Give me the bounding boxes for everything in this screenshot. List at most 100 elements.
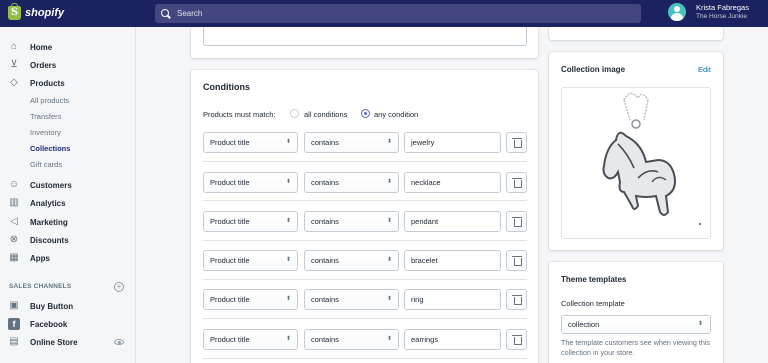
select-arrows-icon: ⬍ — [386, 218, 392, 224]
divider — [203, 318, 527, 319]
sales-channels-heading: SALES CHANNELS — [9, 283, 72, 290]
search-bar[interactable] — [155, 4, 641, 23]
field-value: Product title — [210, 138, 250, 147]
condition-value-input[interactable]: pendant — [404, 211, 501, 232]
sidebar-item-label: Apps — [30, 253, 50, 263]
delete-condition-button[interactable] — [506, 132, 527, 153]
field-select[interactable]: Product title ⬍ — [203, 250, 298, 271]
sidebar-channel-buy-button[interactable]: ▣ Buy Button — [0, 298, 135, 314]
sidebar-subitem-gift-cards[interactable]: Gift cards — [30, 160, 62, 169]
sidebar-subitem-inventory[interactable]: Inventory — [30, 128, 61, 137]
operator-value: contains — [311, 335, 339, 344]
avatar[interactable] — [668, 3, 686, 21]
condition-row: Product title ⬍ contains ⬍ jewelry — [203, 132, 527, 153]
operator-select[interactable]: contains ⬍ — [304, 329, 399, 350]
sidebar-subitem-transfers[interactable]: Transfers — [30, 112, 61, 121]
sidebar-item-label: Analytics — [30, 198, 66, 208]
description-editor[interactable] — [203, 27, 527, 46]
store-name: The Horse Junkie — [696, 13, 747, 20]
field-select[interactable]: Product title ⬍ — [203, 289, 298, 310]
delete-condition-button[interactable] — [506, 289, 527, 310]
condition-value-input[interactable]: jewelry — [404, 132, 501, 153]
shopify-logo[interactable]: shopify — [8, 3, 64, 20]
field-value: Product title — [210, 256, 250, 265]
condition-value-input[interactable]: necklace — [404, 172, 501, 193]
apps-icon: ▦ — [9, 252, 19, 263]
search-input[interactable] — [177, 9, 617, 18]
sidebar-channel-facebook[interactable]: f Facebook — [0, 316, 135, 332]
condition-value-input[interactable]: earrings — [404, 329, 501, 350]
condition-row: Product title ⬍ contains ⬍ pendant — [203, 211, 527, 232]
edit-image-link[interactable]: Edit — [698, 65, 711, 74]
collection-template-select[interactable]: collection ⬍ — [561, 315, 711, 334]
select-arrows-icon: ⬍ — [285, 336, 291, 342]
select-arrows-icon: ⬍ — [386, 257, 392, 263]
store-icon: ▤ — [9, 336, 19, 347]
sidebar-item-apps[interactable]: ▦ Apps — [0, 250, 135, 266]
operator-select[interactable]: contains ⬍ — [304, 289, 399, 310]
select-arrows-icon: ⬍ — [386, 139, 392, 145]
must-match-label: Products must match: — [203, 110, 276, 119]
field-value: Product title — [210, 335, 250, 344]
field-value: Product title — [210, 178, 250, 187]
delete-condition-button[interactable] — [506, 250, 527, 271]
select-arrows-icon: ⬍ — [285, 296, 291, 302]
field-select[interactable]: Product title ⬍ — [203, 172, 298, 193]
radio-any-condition-label: any condition — [374, 110, 419, 119]
sidebar-item-products[interactable]: ◇ Products — [0, 75, 135, 91]
condition-row: Product title ⬍ contains ⬍ earrings — [203, 329, 527, 350]
sidebar-item-label: Customers — [30, 180, 72, 190]
select-arrows-icon: ⬍ — [697, 321, 703, 327]
operator-select[interactable]: contains ⬍ — [304, 172, 399, 193]
sidebar-channel-online-store[interactable]: ▤ Online Store — [0, 334, 135, 350]
delete-condition-button[interactable] — [506, 172, 527, 193]
operator-select[interactable]: contains ⬍ — [304, 250, 399, 271]
field-select[interactable]: Product title ⬍ — [203, 211, 298, 232]
discount-icon: ⊗ — [9, 234, 19, 245]
sidebar-item-label: Marketing — [30, 217, 68, 227]
condition-row: Product title ⬍ contains ⬍ ring — [203, 289, 527, 310]
divider — [203, 358, 527, 359]
field-select[interactable]: Product title ⬍ — [203, 132, 298, 153]
top-right-card — [549, 27, 723, 40]
sidebar-item-orders[interactable]: ⊻ Orders — [0, 57, 135, 73]
operator-select[interactable]: contains ⬍ — [304, 132, 399, 153]
sidebar-item-customers[interactable]: ☺ Customers — [0, 177, 135, 193]
sidebar-subitem-all-products[interactable]: All products — [30, 96, 69, 105]
operator-value: contains — [311, 295, 339, 304]
sidebar-item-analytics[interactable]: ▥ Analytics — [0, 195, 135, 211]
select-arrows-icon: ⬍ — [386, 336, 392, 342]
condition-value-input[interactable]: bracelet — [404, 250, 501, 271]
shopify-bag-icon — [8, 3, 21, 20]
sidebar-item-label: Facebook — [30, 319, 68, 329]
eye-icon[interactable] — [114, 339, 124, 345]
sidebar-item-marketing[interactable]: ◁ Marketing — [0, 214, 135, 230]
radio-any-condition[interactable] — [361, 109, 370, 118]
theme-templates-title: Theme templates — [561, 275, 627, 284]
radio-all-conditions[interactable] — [290, 109, 299, 118]
user-name: Krista Fabregas — [696, 3, 749, 12]
collection-image[interactable] — [561, 87, 711, 239]
operator-value: contains — [311, 138, 339, 147]
delete-condition-button[interactable] — [506, 211, 527, 232]
collection-image-title: Collection image — [561, 65, 626, 74]
radio-all-conditions-label: all conditions — [304, 110, 348, 119]
condition-value-input[interactable]: ring — [404, 289, 501, 310]
select-arrows-icon: ⬍ — [285, 139, 291, 145]
field-value: Product title — [210, 217, 250, 226]
sidebar-item-discounts[interactable]: ⊗ Discounts — [0, 232, 135, 248]
operator-select[interactable]: contains ⬍ — [304, 211, 399, 232]
field-select[interactable]: Product title ⬍ — [203, 329, 298, 350]
operator-value: contains — [311, 256, 339, 265]
sidebar-subitem-collections[interactable]: Collections — [30, 144, 70, 153]
sidebar-item-label: Online Store — [30, 337, 78, 347]
delete-condition-button[interactable] — [506, 329, 527, 350]
divider — [203, 240, 527, 241]
sidebar-item-label: Discounts — [30, 235, 69, 245]
sidebar-item-label: Products — [30, 78, 65, 88]
sidebar-item-home[interactable]: ⌂ Home — [0, 39, 135, 55]
add-channel-icon[interactable]: + — [114, 282, 124, 292]
user-menu[interactable]: Krista Fabregas The Horse Junkie — [668, 3, 749, 21]
template-help-text: The template customers see when viewing … — [561, 338, 711, 357]
sidebar: ⌂ Home ⊻ Orders ◇ Products All products … — [0, 27, 136, 363]
